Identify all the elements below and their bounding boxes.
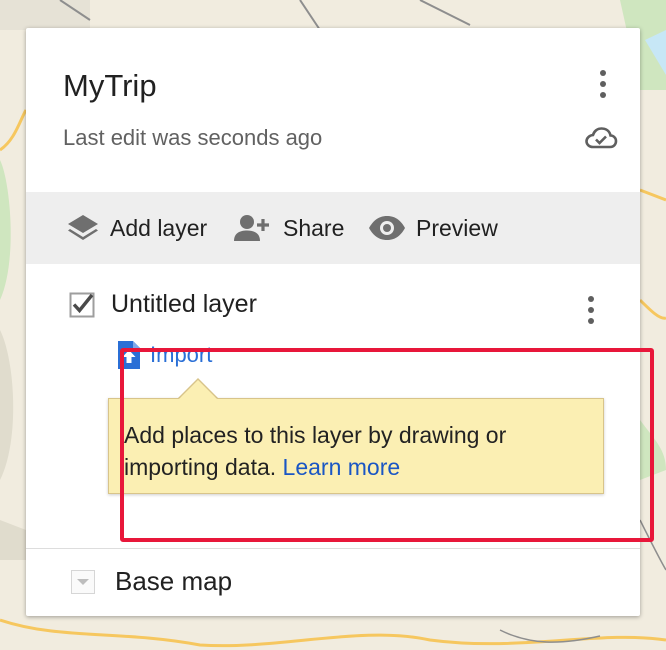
last-edit-status: Last edit was seconds ago xyxy=(63,125,323,150)
layer-options-icon[interactable] xyxy=(577,290,605,330)
map-editor-panel: MyTrip Last edit was seconds ago Add lay… xyxy=(26,28,654,616)
map-title[interactable]: MyTrip xyxy=(63,68,157,104)
divider xyxy=(26,548,640,549)
share-label: Share xyxy=(283,214,345,241)
base-map-row[interactable]: Base map xyxy=(71,566,232,597)
layer-header: Untitled layer xyxy=(69,290,257,319)
preview-label: Preview xyxy=(416,214,498,241)
cloud-saved-icon xyxy=(585,127,618,149)
layers-icon xyxy=(68,215,98,240)
import-link[interactable]: Import xyxy=(118,341,212,369)
preview-button[interactable]: Preview xyxy=(368,192,498,264)
more-vert-icon[interactable] xyxy=(589,64,617,104)
add-layer-button[interactable]: Add layer xyxy=(66,192,207,264)
base-map-label: Base map xyxy=(115,566,233,596)
tooltip-pointer-fill xyxy=(179,380,217,399)
dropdown-arrow-icon[interactable] xyxy=(71,569,95,594)
import-tooltip: Add places to this layer by drawing or i… xyxy=(108,398,604,494)
triangle-down-icon xyxy=(77,578,89,585)
learn-more-link[interactable]: Learn more xyxy=(283,454,401,480)
checkbox-checked-icon xyxy=(69,292,95,317)
person-add-icon xyxy=(234,215,269,241)
share-button[interactable]: Share xyxy=(233,192,344,264)
layer-visibility-checkbox[interactable] xyxy=(69,292,95,318)
import-label: Import xyxy=(150,342,213,367)
eye-icon xyxy=(369,216,405,240)
add-layer-label: Add layer xyxy=(110,214,208,241)
toolbar: Add layer Share Preview xyxy=(26,192,640,264)
layer-name[interactable]: Untitled layer xyxy=(111,290,257,319)
file-upload-icon xyxy=(118,341,140,369)
